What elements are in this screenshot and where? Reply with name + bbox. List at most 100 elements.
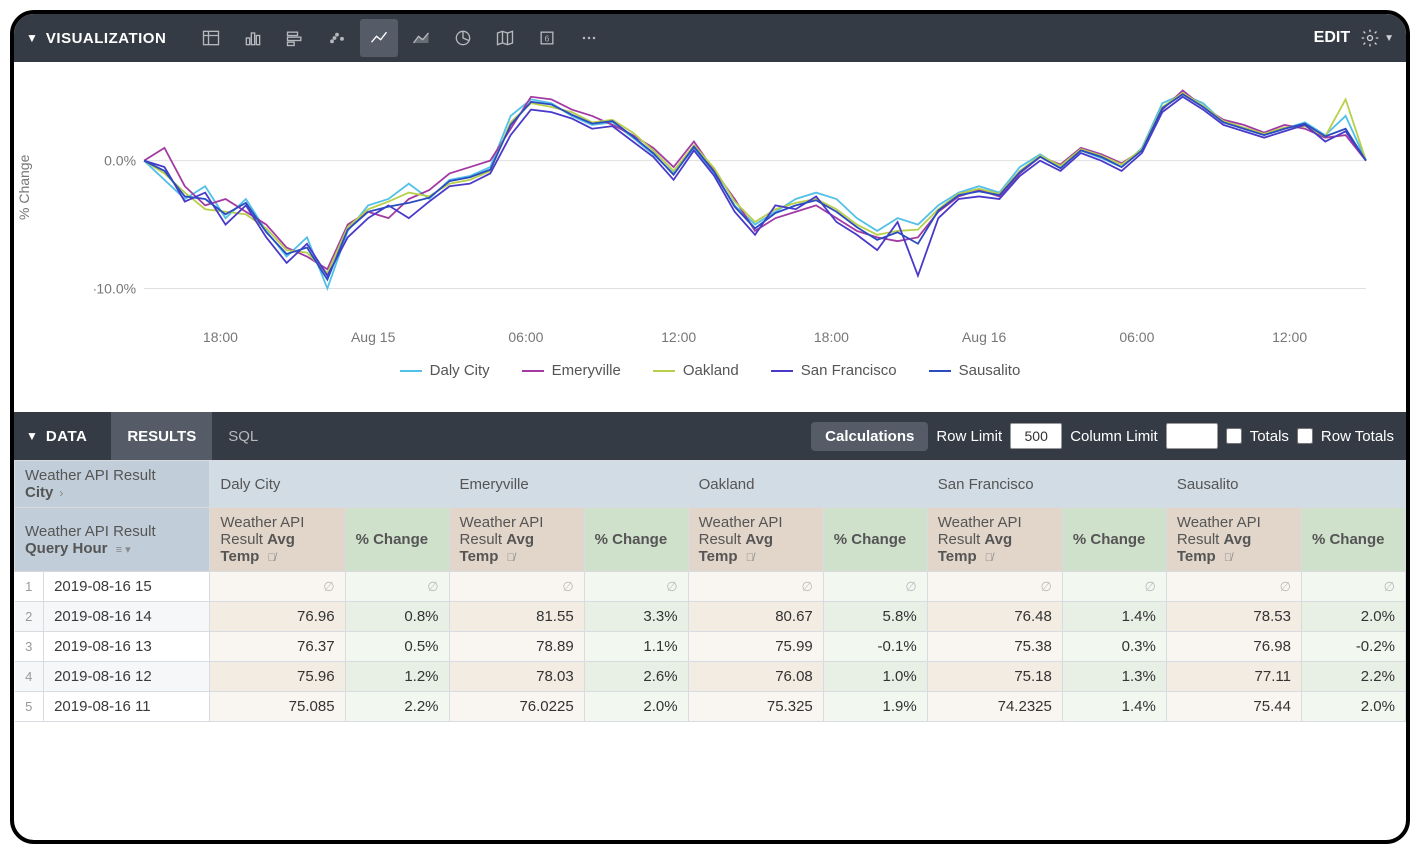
value-cell[interactable]: 81.55 <box>449 602 584 632</box>
legend-item[interactable]: San Francisco <box>771 362 897 379</box>
tab-sql[interactable]: SQL <box>212 412 274 460</box>
city-header[interactable]: Emeryville <box>449 461 688 508</box>
value-cell[interactable]: ∅ <box>688 572 823 602</box>
calc-header[interactable]: % Change <box>1062 508 1166 572</box>
value-cell[interactable]: 75.18 <box>927 662 1062 692</box>
value-cell[interactable]: 0.5% <box>345 632 449 662</box>
measure-header[interactable]: Weather API Result Avg Temp 👁̸ <box>688 508 823 572</box>
city-header[interactable]: Daly City <box>210 461 449 508</box>
legend-item[interactable]: Daly City <box>400 362 490 379</box>
value-cell[interactable]: 76.37 <box>210 632 345 662</box>
viz-type-bar-icon[interactable] <box>276 19 314 57</box>
calc-header[interactable]: % Change <box>823 508 927 572</box>
city-header[interactable]: San Francisco <box>927 461 1166 508</box>
value-cell[interactable]: 2.6% <box>584 662 688 692</box>
viz-type-line-icon[interactable] <box>360 19 398 57</box>
value-cell[interactable]: ∅ <box>449 572 584 602</box>
value-cell[interactable]: 75.38 <box>927 632 1062 662</box>
measure-header[interactable]: Weather API Result Avg Temp 👁̸ <box>210 508 345 572</box>
value-cell[interactable]: 76.48 <box>927 602 1062 632</box>
viz-type-column-icon[interactable] <box>234 19 272 57</box>
value-cell[interactable]: 2.0% <box>584 692 688 722</box>
viz-collapse-caret[interactable]: ▼ <box>26 31 38 45</box>
dimension-cell[interactable]: 2019-08-16 15 <box>44 572 210 602</box>
value-cell[interactable]: 78.03 <box>449 662 584 692</box>
value-cell[interactable]: 1.4% <box>1062 602 1166 632</box>
city-header[interactable]: Sausalito <box>1166 461 1405 508</box>
line-chart[interactable]: 0.0%-10.0%18:00Aug 1506:0012:0018:00Aug … <box>94 74 1376 354</box>
value-cell[interactable]: ∅ <box>1166 572 1301 602</box>
value-cell[interactable]: ∅ <box>210 572 345 602</box>
viz-type-pie-icon[interactable] <box>444 19 482 57</box>
value-cell[interactable]: ∅ <box>584 572 688 602</box>
value-cell[interactable]: 75.44 <box>1166 692 1301 722</box>
measure-header[interactable]: Weather API Result Avg Temp 👁̸ <box>449 508 584 572</box>
viz-type-map-icon[interactable] <box>486 19 524 57</box>
value-cell[interactable]: 2.0% <box>1301 602 1405 632</box>
calc-header[interactable]: % Change <box>345 508 449 572</box>
pivot-header[interactable]: Weather API ResultCity› <box>15 461 210 508</box>
value-cell[interactable]: 5.8% <box>823 602 927 632</box>
dimension-cell[interactable]: 2019-08-16 13 <box>44 632 210 662</box>
legend-item[interactable]: Sausalito <box>929 362 1021 379</box>
viz-type-singlevalue-icon[interactable]: 6 <box>528 19 566 57</box>
value-cell[interactable]: 75.96 <box>210 662 345 692</box>
value-cell[interactable]: 0.8% <box>345 602 449 632</box>
value-cell[interactable]: 80.67 <box>688 602 823 632</box>
value-cell[interactable]: ∅ <box>927 572 1062 602</box>
viz-type-area-icon[interactable] <box>402 19 440 57</box>
dimension-cell[interactable]: 2019-08-16 11 <box>44 692 210 722</box>
value-cell[interactable]: 76.98 <box>1166 632 1301 662</box>
value-cell[interactable]: ∅ <box>345 572 449 602</box>
calc-header[interactable]: % Change <box>1301 508 1405 572</box>
value-cell[interactable]: ∅ <box>823 572 927 602</box>
value-cell[interactable]: 2.2% <box>1301 662 1405 692</box>
value-cell[interactable]: 1.4% <box>1062 692 1166 722</box>
legend-item[interactable]: Oakland <box>653 362 739 379</box>
value-cell[interactable]: ∅ <box>1062 572 1166 602</box>
dimension-cell[interactable]: 2019-08-16 12 <box>44 662 210 692</box>
value-cell[interactable]: 76.96 <box>210 602 345 632</box>
calculations-button[interactable]: Calculations <box>811 422 928 451</box>
row-limit-input[interactable] <box>1010 423 1062 449</box>
value-cell[interactable]: 1.2% <box>345 662 449 692</box>
results-table: Weather API ResultCity›Daly CityEmeryvil… <box>14 460 1406 722</box>
value-cell[interactable]: 1.0% <box>823 662 927 692</box>
value-cell[interactable]: 3.3% <box>584 602 688 632</box>
legend-item[interactable]: Emeryville <box>522 362 621 379</box>
value-cell[interactable]: -0.1% <box>823 632 927 662</box>
value-cell[interactable]: 2.2% <box>345 692 449 722</box>
measure-header[interactable]: Weather API Result Avg Temp 👁̸ <box>927 508 1062 572</box>
value-cell[interactable]: 75.085 <box>210 692 345 722</box>
value-cell[interactable]: 78.89 <box>449 632 584 662</box>
value-cell[interactable]: ∅ <box>1301 572 1405 602</box>
viz-settings-gear-icon[interactable]: ▼ <box>1360 28 1394 48</box>
row-totals-checkbox[interactable] <box>1297 428 1313 444</box>
city-header[interactable]: Oakland <box>688 461 927 508</box>
value-cell[interactable]: 2.0% <box>1301 692 1405 722</box>
tab-results[interactable]: RESULTS <box>111 412 212 460</box>
value-cell[interactable]: 76.0225 <box>449 692 584 722</box>
value-cell[interactable]: 75.325 <box>688 692 823 722</box>
value-cell[interactable]: -0.2% <box>1301 632 1405 662</box>
edit-button[interactable]: EDIT <box>1314 29 1350 47</box>
value-cell[interactable]: 74.2325 <box>927 692 1062 722</box>
col-limit-input[interactable] <box>1166 423 1218 449</box>
value-cell[interactable]: 75.99 <box>688 632 823 662</box>
data-collapse-caret[interactable]: ▼ <box>26 429 38 443</box>
measure-header[interactable]: Weather API Result Avg Temp 👁̸ <box>1166 508 1301 572</box>
value-cell[interactable]: 77.11 <box>1166 662 1301 692</box>
value-cell[interactable]: 0.3% <box>1062 632 1166 662</box>
viz-type-scatter-icon[interactable] <box>318 19 356 57</box>
calc-header[interactable]: % Change <box>584 508 688 572</box>
value-cell[interactable]: 1.1% <box>584 632 688 662</box>
value-cell[interactable]: 78.53 <box>1166 602 1301 632</box>
value-cell[interactable]: 76.08 <box>688 662 823 692</box>
viz-type-table-icon[interactable] <box>192 19 230 57</box>
dimension-header[interactable]: Weather API Result Query Hour ≡ ▾ <box>15 508 210 572</box>
dimension-cell[interactable]: 2019-08-16 14 <box>44 602 210 632</box>
value-cell[interactable]: 1.9% <box>823 692 927 722</box>
viz-type-more-icon[interactable] <box>570 19 608 57</box>
totals-checkbox[interactable] <box>1226 428 1242 444</box>
value-cell[interactable]: 1.3% <box>1062 662 1166 692</box>
